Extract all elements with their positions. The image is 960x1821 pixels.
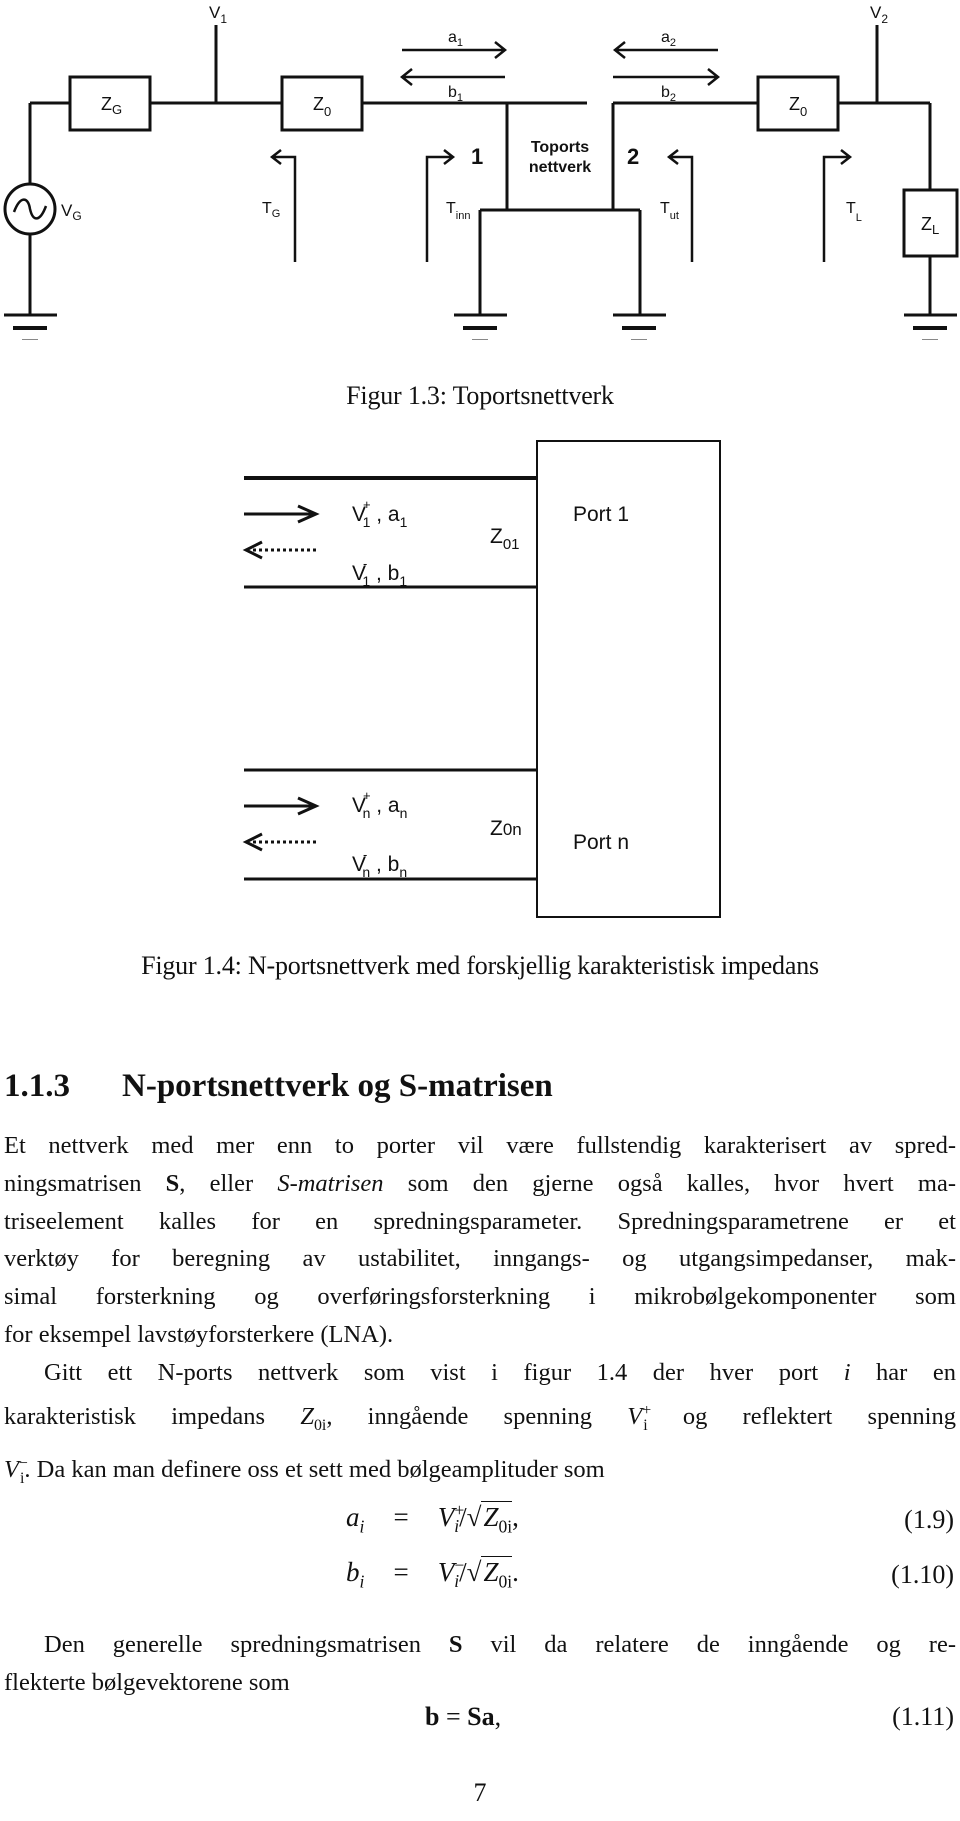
b1-label: b1 [448, 84, 463, 104]
text-line: Den generelle spredningsmatrisen S vil d… [44, 1631, 957, 1658]
ground-symbol-icon [904, 313, 957, 340]
v2-label: V2 [870, 3, 888, 26]
b1-wave-arrow [399, 68, 505, 86]
v1-plus-a1-label: V+ 1 , a1 [352, 497, 408, 530]
text-line: simal forsterkning og overføringsforster… [4, 1283, 956, 1311]
equation-number: (1.10) [891, 1560, 954, 1589]
equation-1-9: ai = V+i/√Z0i, [346, 1500, 519, 1537]
b2-wave-arrow [613, 68, 721, 86]
ground-symbol-icon [613, 313, 666, 340]
s-matrix-symbol: S [165, 1169, 180, 1197]
equation-1-10: bi = V−i/√Z0i. [346, 1555, 519, 1592]
v1-label: V1 [209, 3, 227, 26]
zl-label: ZL [921, 214, 939, 237]
tut-label: Tut [660, 200, 679, 222]
section-title: N-portsnettverk og S-matrisen [122, 1068, 553, 1104]
text-line: flekterte bølgevektorene som [4, 1668, 290, 1696]
z0-right-label: Z0 [789, 94, 807, 119]
text-line: ningsmatrisen S, eller S-matrisen som de… [4, 1169, 956, 1197]
figure-1-3-caption: Figur 1.3: Toportsnettverk [346, 381, 614, 410]
page-number: 7 [473, 1778, 487, 1807]
section-heading: 1.1.3 N-portsnettverk og S-matrisen [4, 1068, 553, 1105]
incident-wave-arrow [244, 504, 320, 524]
port-2-number: 2 [627, 144, 639, 169]
zg-label: ZG [101, 94, 122, 117]
text-line: triseelement kalles for en spredningspar… [4, 1207, 956, 1235]
tinn-label: Tinn [446, 200, 470, 222]
return-path-line [478, 208, 642, 315]
two-port-network-label: nettverk [529, 159, 591, 176]
paragraph-3: Den generelle spredningsmatrisen S vil d… [4, 1626, 956, 1702]
port-1-label: Port 1 [573, 503, 629, 526]
text-line: V−i. Da kan man definere oss et sett med… [4, 1454, 605, 1487]
z01-label: Z01 [490, 525, 520, 553]
z0-left-label: Z0 [313, 94, 331, 119]
tg-reflection-arrow [269, 149, 297, 262]
text-line: Et nettverk med mer enn to porter vil væ… [4, 1132, 956, 1159]
emphasis-term: S-matrisen [277, 1169, 384, 1197]
port-1-number: 1 [471, 144, 483, 169]
a1-label: a1 [448, 29, 463, 49]
text-line: for eksempel lavstøyforsterkere (LNA). [4, 1320, 394, 1348]
equation-number: (1.9) [904, 1505, 954, 1534]
vn-plus-an-label: V+ n , an [352, 788, 407, 821]
figure-1-4-n-port-network: V+ 1 , a1 V-1 , b1 Z01 Port 1 V+ n , an V-… [242, 440, 721, 918]
paragraph-1: Et nettverk med mer enn to porter vil væ… [4, 1127, 956, 1354]
two-port-network-label: Toports [531, 139, 589, 156]
equation-number: (1.11) [892, 1702, 954, 1731]
text-line: Gitt ett N-ports nettverk som vist i fig… [44, 1359, 956, 1386]
figure-1-4-caption: Figur 1.4: N-portsnettverk med forskjell… [141, 951, 819, 980]
ground-symbol-icon [454, 313, 507, 340]
incident-wave-arrow [244, 796, 320, 816]
vg-label: VG [61, 201, 82, 223]
tut-reflection-arrow [666, 149, 694, 262]
section-number: 1.1.3 [4, 1068, 70, 1104]
tl-label: TL [846, 200, 862, 224]
equation-1-11: b = Sa, [425, 1702, 502, 1731]
v1-minus-b1-label: V-1 , b1 [352, 556, 407, 589]
b2-label: b2 [661, 84, 676, 104]
vn-minus-bn-label: V-n , bn [352, 847, 407, 880]
figure-1-3-two-port-circuit: V1 V2 ZG Z0 Z0 ZL VG a1 b1 a2 b2 TG Tinn… [3, 3, 959, 340]
a2-label: a2 [661, 29, 676, 49]
port-n-label: Port n [573, 831, 629, 854]
z0n-label: Z0n [490, 817, 522, 840]
text-line: verktøy for beregning av ustabilitet, in… [4, 1245, 956, 1273]
text-line: karakteristisk impedans Z0i, inngående s… [4, 1401, 956, 1434]
tg-label: TG [262, 200, 280, 220]
two-port-network-box [505, 103, 615, 210]
ground-symbol-icon [4, 313, 57, 340]
paragraph-2: Gitt ett N-ports nettverk som vist i fig… [4, 1354, 956, 1497]
